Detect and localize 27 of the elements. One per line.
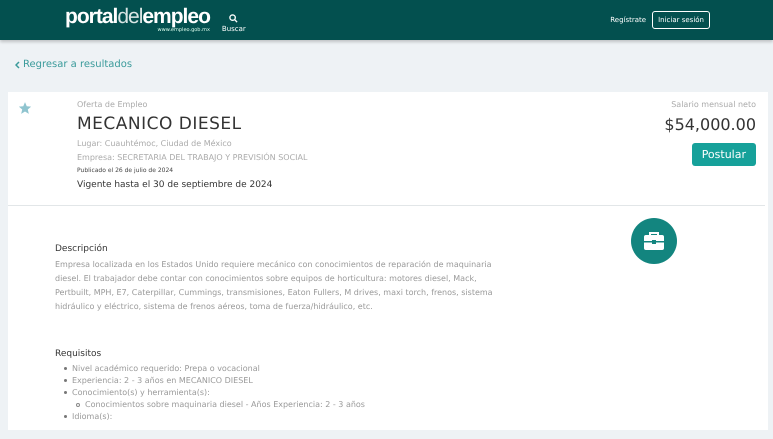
bullet-icon bbox=[64, 391, 67, 394]
requirement-text: Idioma(s): bbox=[72, 410, 112, 422]
requirement-text: Experiencia: 2 - 3 años en MECANICO DIESEL bbox=[72, 374, 253, 386]
section-heading: Descripción bbox=[55, 244, 109, 254]
offer-kicker: Oferta de Empleo bbox=[77, 98, 148, 111]
valid-until-date: Vigente hasta el 30 de septiembre de 2024 bbox=[77, 178, 274, 192]
bullet-icon bbox=[64, 379, 67, 382]
description-text: Empresa localizada en los Estados Unido requiere mecánico con conocimientos de reparación de maquinaria diesel. El trabajador debe contar con conocimientos sobre equipos de horticultura: motores diesel, Mack, Pertbuilt, MPH, E7, Caterpillar, Cummings, transmisiones, Eaton Fullers, M drives, maxi torch, frenos, sistema hidráulico y eléctrico, sistema de frenos aéreos, toma de fuerza/hidráulico, etc. bbox=[55, 258, 494, 313]
bullet-icon bbox=[76, 402, 80, 406]
search-icon bbox=[229, 14, 238, 22]
logo-word: empleo bbox=[142, 5, 210, 28]
favorite-star-button[interactable] bbox=[18, 100, 32, 114]
requirement-text: Conocimientos sobre maquinaria diesel - Años Experiencia: 2 - 3 años bbox=[85, 398, 365, 410]
logo-word: portal bbox=[65, 5, 118, 28]
logo-word: del bbox=[117, 5, 142, 28]
job-company: Empresa: SECRETARIA DEL TRABAJO Y PREVISIÓN SOCIAL bbox=[77, 152, 308, 164]
salary-amount: $54,000.00 bbox=[664, 114, 756, 134]
chevron-left-icon bbox=[15, 60, 20, 68]
briefcase-icon bbox=[643, 230, 665, 250]
requirement-text: Nivel académico requerido: Prepa o vocacional bbox=[72, 362, 260, 374]
section-heading: Requisitos bbox=[55, 348, 102, 358]
bullet-icon bbox=[64, 367, 67, 370]
job-title: MECANICO DIESEL bbox=[77, 114, 243, 134]
bullet-icon bbox=[64, 415, 67, 418]
job-location: Lugar: Cuauhtémoc, Ciudad de México bbox=[77, 138, 233, 150]
salary-label: Salario mensual neto bbox=[671, 98, 756, 110]
requirement-text: Conocimiento(s) y herramienta(s): bbox=[72, 386, 210, 398]
